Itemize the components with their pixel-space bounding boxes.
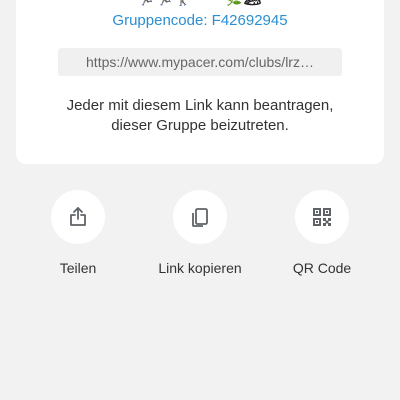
share-icon (70, 207, 86, 226)
copy-link-button[interactable]: Link kopieren (145, 190, 255, 276)
group-code: Gruppencode: F42692945 (112, 12, 288, 29)
group-title-cutoff: 🏃🏃‍♀️🚶 ···· 🌿🏔 (80, 0, 320, 6)
qr-icon-circle[interactable] (295, 190, 349, 244)
share-button[interactable]: Teilen (23, 190, 133, 276)
share-label: Teilen (59, 260, 97, 276)
invite-link-text: https://www.mypacer.com/clubs/lrz… (86, 54, 314, 70)
copy-icon (192, 208, 208, 227)
invite-info-line-1: Jeder mit diesem Link kann beantragen, (66, 97, 334, 114)
qr-code-button[interactable]: QR Code (267, 190, 377, 276)
qr-code-icon (313, 208, 331, 226)
qr-code-label: QR Code (292, 260, 352, 276)
share-icon-circle[interactable] (51, 190, 105, 244)
copy-icon-circle[interactable] (173, 190, 227, 244)
invite-info-text: Jeder mit diesem Link kann beantragen, d… (40, 96, 360, 136)
copy-link-label: Link kopieren (158, 260, 242, 276)
invite-info-line-2: dieser Gruppe beizutreten. (111, 117, 289, 134)
invite-link-box[interactable]: https://www.mypacer.com/clubs/lrz… (58, 48, 342, 76)
